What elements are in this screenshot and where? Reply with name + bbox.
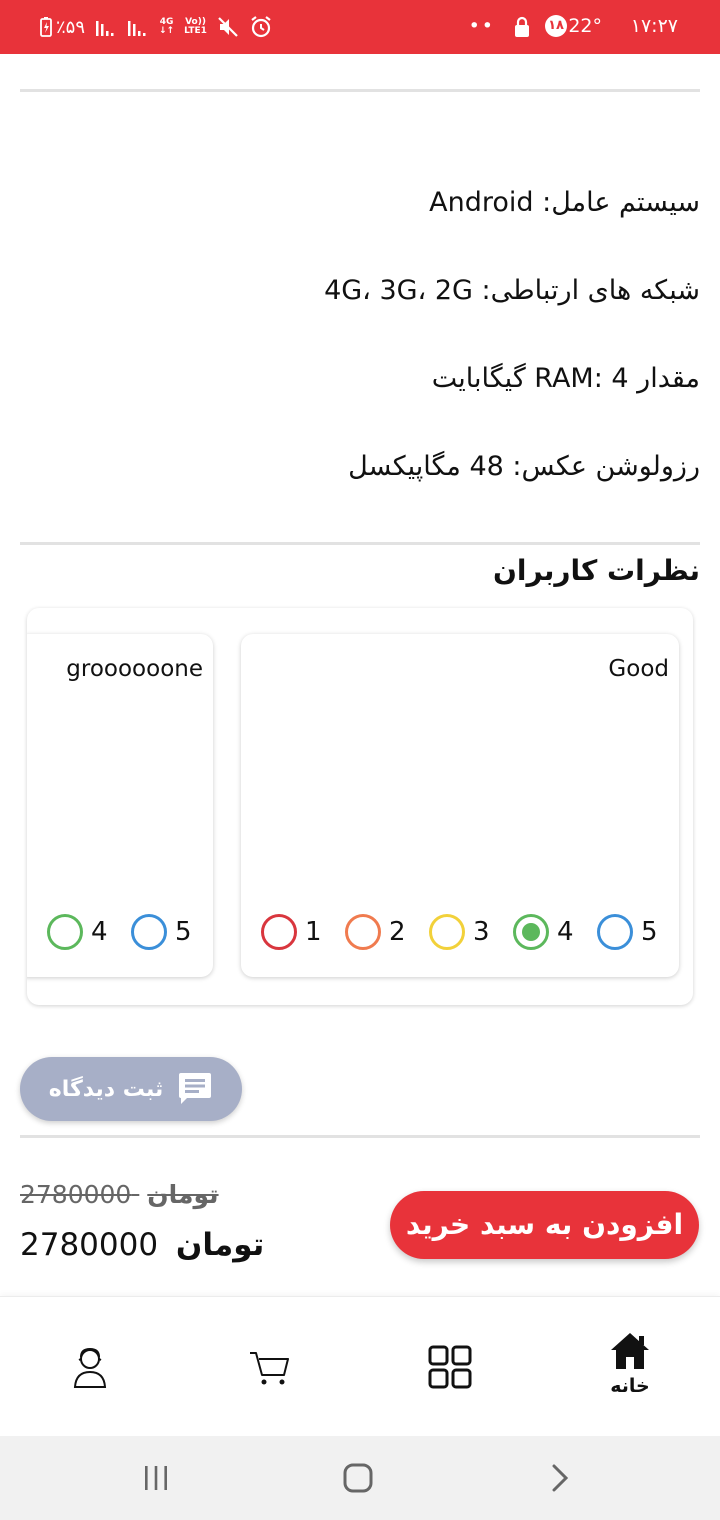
signal-icon-1 [96, 21, 114, 36]
old-price-value: 2780000 [20, 1180, 132, 1209]
network-type: 4G ↓↑ [159, 17, 175, 36]
current-price: تومان 2780000 [20, 1225, 264, 1265]
signal-icon-2 [128, 21, 146, 36]
battery-icon [40, 17, 52, 37]
home-button-icon [343, 1463, 373, 1493]
alarm-icon [251, 16, 271, 38]
current-price-value: 2780000 [20, 1227, 159, 1263]
review-text: groooooone [66, 656, 203, 682]
lock-icon [515, 16, 529, 37]
spec-ram: مقدار RAM: 4 گیگابایت [431, 363, 700, 394]
recents-button[interactable] [116, 1436, 196, 1520]
radio-selected-icon [513, 914, 549, 950]
status-left-icons: ٪۵۹ 4G ↓↑ Vo)) LTE1 [40, 12, 273, 42]
nav-home-label: خانه [610, 1375, 650, 1397]
add-comment-label: ثبت دیدگاه [48, 1076, 164, 1102]
review-card[interactable]: Good 5 4 3 2 1 [241, 634, 679, 977]
battery-indicator: ٪۵۹ [40, 17, 85, 38]
clock: ۱۷:۲۷ [630, 15, 678, 37]
home-icon [611, 1333, 649, 1369]
radio-icon [345, 914, 381, 950]
nav-home[interactable]: خانه [570, 1297, 690, 1437]
temperature: 22° [568, 15, 602, 37]
divider [20, 89, 700, 92]
radio-icon [47, 914, 83, 950]
back-button[interactable] [520, 1436, 600, 1520]
battery-percent: ٪۵۹ [56, 16, 86, 38]
spec-camera: رزولوشن عکس: 48 مگاپیکسل [348, 451, 700, 482]
old-price: تومان 2780000 [20, 1178, 219, 1212]
spec-network: شبکه های ارتباطی: 4G، 3G، 2G [324, 275, 700, 306]
status-bar: ٪۵۹ 4G ↓↑ Vo)) LTE1 •• ۱۸ 22° ۱۷:۲۷ [0, 0, 720, 54]
radio-icon [597, 914, 633, 950]
review-text: Good [608, 656, 669, 682]
nav-profile[interactable] [30, 1297, 150, 1437]
add-to-cart-button[interactable]: افزودن به سبد خرید [390, 1191, 699, 1259]
rating-options: 5 4 3 2 1 [261, 914, 671, 950]
notification-badge: ۱۸ [545, 15, 567, 37]
system-navigation-bar [0, 1436, 720, 1520]
home-button[interactable] [318, 1436, 398, 1520]
comment-icon [179, 1073, 212, 1104]
divider [20, 1135, 700, 1138]
mute-icon [218, 17, 238, 37]
radio-icon [261, 914, 297, 950]
radio-icon [131, 914, 167, 950]
review-card[interactable]: groooooone 5 4 [27, 634, 213, 977]
reviews-title: نظرات کاربران [492, 554, 700, 587]
price-unit: تومان [147, 1180, 219, 1209]
rating-options: 5 4 [47, 914, 207, 950]
back-icon [552, 1464, 569, 1492]
cart-icon [250, 1352, 289, 1385]
bottom-navigation: خانه [0, 1296, 720, 1436]
volte-indicator: Vo)) LTE1 [184, 17, 207, 36]
radio-icon [429, 914, 465, 950]
spec-os: سیستم عامل: Android [429, 187, 700, 218]
profile-icon [73, 1347, 107, 1388]
reviews-carousel[interactable]: Good 5 4 3 2 1 groooooone 5 4 [27, 608, 693, 1005]
nav-categories[interactable] [390, 1297, 510, 1437]
price-unit: تومان [175, 1227, 265, 1263]
divider [20, 542, 700, 545]
nav-cart[interactable] [210, 1297, 330, 1437]
recents-icon [145, 1466, 167, 1490]
more-notifications: •• [468, 15, 495, 37]
add-comment-button[interactable]: ثبت دیدگاه [20, 1057, 242, 1121]
categories-icon [428, 1345, 472, 1389]
